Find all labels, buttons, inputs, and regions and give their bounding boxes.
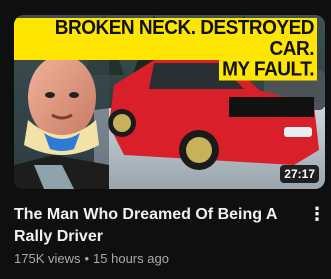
video-metadata: 175K views • 15 hours ago <box>14 251 169 266</box>
thumbnail-headline-line1: BROKEN NECK. DESTROYED CAR. <box>14 17 317 60</box>
thumbnail-headline-line2: MY FAULT. <box>219 59 317 81</box>
duration-badge: 27:17 <box>280 165 319 183</box>
video-thumbnail[interactable]: BROKEN NECK. DESTROYED CAR. MY FAULT. 27… <box>14 15 325 189</box>
separator-dot: • <box>84 251 90 266</box>
video-title[interactable]: The Man Who Dreamed Of Being A Rally Dri… <box>14 204 299 248</box>
upload-age: 15 hours ago <box>93 251 169 266</box>
vertical-dots-icon[interactable]: ⋮ <box>308 203 326 225</box>
view-count: 175K views <box>14 251 81 266</box>
thumbnail-headline: BROKEN NECK. DESTROYED CAR. MY FAULT. <box>14 17 317 81</box>
video-card[interactable]: BROKEN NECK. DESTROYED CAR. MY FAULT. 27… <box>0 0 331 279</box>
